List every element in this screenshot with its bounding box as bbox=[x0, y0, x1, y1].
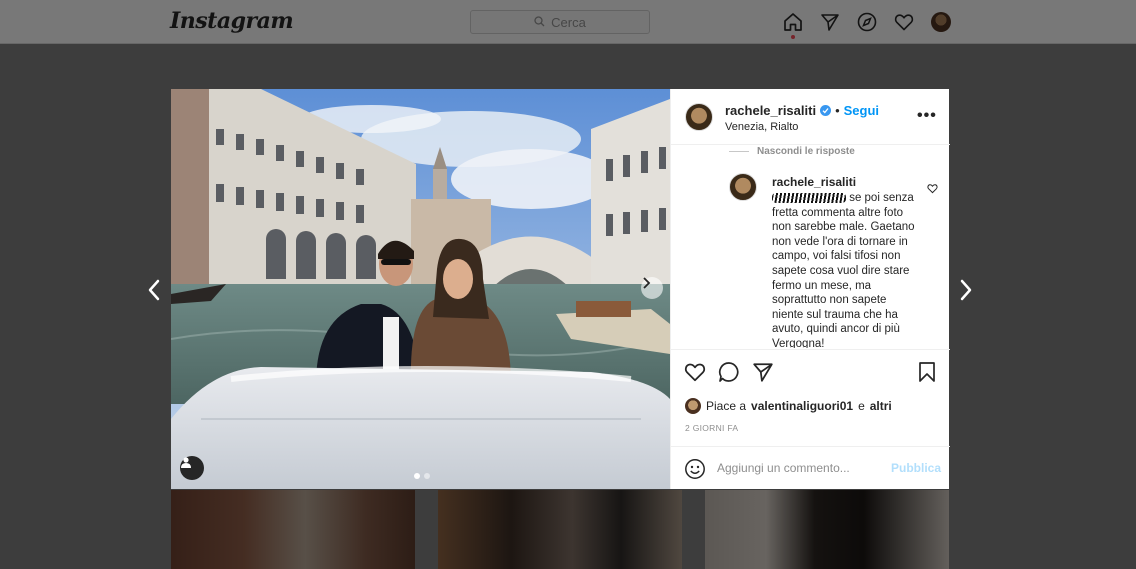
comment-text: se poi senza fretta commenta altre foto … bbox=[772, 191, 920, 348]
user-icon bbox=[181, 457, 191, 468]
share-direct-icon[interactable] bbox=[752, 361, 774, 388]
post-timestamp[interactable]: 2 GIORNI FA bbox=[685, 423, 738, 433]
likes-conjunction: e bbox=[858, 399, 865, 413]
next-post-arrow[interactable] bbox=[955, 278, 977, 302]
post-location[interactable]: Venezia, Rialto bbox=[725, 121, 798, 133]
author-avatar[interactable] bbox=[685, 103, 713, 131]
post-header: rachele_risaliti • Segui Venezia, Rialto… bbox=[671, 89, 950, 145]
chevron-right-icon bbox=[960, 279, 972, 301]
more-options-icon[interactable]: ••• bbox=[917, 107, 937, 125]
likes-prefix: Piace a bbox=[706, 399, 747, 413]
previous-post-arrow[interactable] bbox=[143, 278, 165, 302]
verified-badge-icon bbox=[820, 105, 832, 116]
comment-username[interactable]: rachele_risaliti bbox=[772, 175, 856, 189]
author-row: rachele_risaliti • Segui bbox=[725, 103, 879, 118]
liker-avatar[interactable] bbox=[685, 398, 701, 414]
author-username[interactable]: rachele_risaliti bbox=[725, 103, 816, 118]
chevron-right-icon bbox=[643, 277, 651, 289]
chevron-left-icon bbox=[148, 279, 160, 301]
redacted-mention bbox=[772, 192, 846, 203]
emoji-icon[interactable] bbox=[684, 458, 706, 485]
comment-like-heart-icon[interactable] bbox=[927, 181, 938, 199]
comment-avatar[interactable] bbox=[729, 173, 757, 201]
publish-button[interactable]: Pubblica bbox=[891, 461, 941, 475]
follow-button[interactable]: Segui bbox=[844, 103, 879, 118]
replies-line bbox=[729, 151, 749, 152]
likes-summary: Piace a valentinaliguori01 e altri bbox=[685, 398, 892, 414]
comment-input[interactable] bbox=[717, 459, 882, 477]
action-icons bbox=[684, 361, 774, 388]
hide-replies-label: Nascondi le risposte bbox=[757, 146, 855, 157]
liker-username[interactable]: valentinaliguori01 bbox=[751, 399, 853, 413]
comment-body: se poi senza fretta commenta altre foto … bbox=[772, 192, 915, 348]
add-comment-bar: Pubblica bbox=[671, 446, 950, 489]
carousel-dot bbox=[424, 473, 430, 479]
save-bookmark-icon[interactable] bbox=[917, 361, 937, 388]
photo-next-button[interactable] bbox=[641, 277, 663, 299]
hide-replies-button[interactable]: Nascondi le risposte bbox=[729, 146, 855, 157]
carousel-indicator bbox=[414, 473, 430, 479]
likes-others-link[interactable]: altri bbox=[870, 399, 892, 413]
post-sidebar: rachele_risaliti • Segui Venezia, Rialto… bbox=[670, 89, 950, 489]
post-modal: rachele_risaliti • Segui Venezia, Rialto… bbox=[171, 89, 950, 489]
comments-section: Nascondi le risposte rachele_risaliti se… bbox=[671, 146, 950, 348]
tagged-users-button[interactable] bbox=[180, 456, 204, 480]
separator-dot: • bbox=[835, 103, 840, 118]
post-photo[interactable] bbox=[171, 89, 670, 489]
like-heart-icon[interactable] bbox=[684, 361, 706, 388]
comment-bubble-icon[interactable] bbox=[718, 361, 740, 388]
carousel-dot-active bbox=[414, 473, 420, 479]
